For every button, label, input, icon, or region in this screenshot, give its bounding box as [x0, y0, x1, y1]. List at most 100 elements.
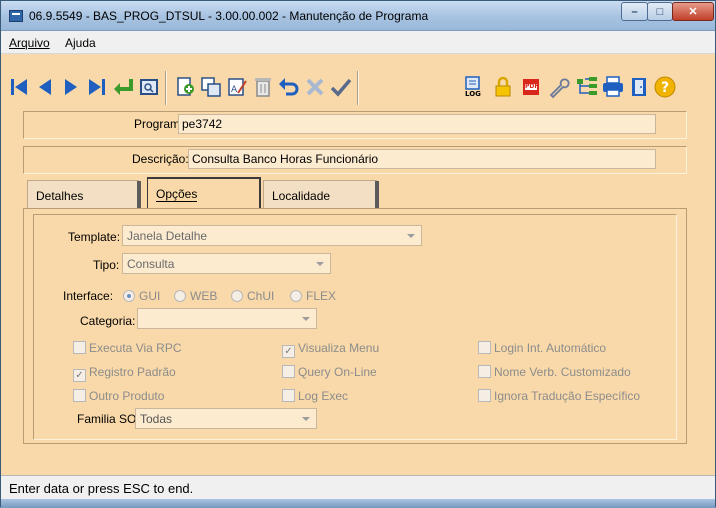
pdf-button[interactable]: PDF — [519, 74, 543, 100]
interface-radio-web[interactable]: WEB — [174, 289, 217, 303]
tab-localidade-label: Localidade — [272, 189, 331, 203]
tab-detalhes[interactable]: Detalhes — [27, 180, 141, 209]
save-icon — [330, 78, 352, 97]
radio-web-label: WEB — [190, 289, 218, 303]
prev-icon — [39, 79, 51, 95]
svg-text:A: A — [231, 85, 238, 95]
next-icon — [65, 79, 77, 95]
cancel-button[interactable] — [303, 74, 327, 100]
title-bar[interactable]: 06.9.5549 - BAS_PROG_DTSUL - 3.00.00.002… — [1, 1, 715, 31]
first-icon — [11, 79, 27, 95]
goto-button[interactable] — [111, 74, 135, 100]
outro-produto-label: Outro Produto — [89, 389, 165, 403]
radio-icon — [290, 290, 302, 302]
tree-button[interactable] — [575, 74, 599, 100]
template-combo[interactable]: Janela Detalhe — [122, 225, 422, 246]
tool-button[interactable] — [547, 74, 571, 100]
last-icon — [89, 79, 105, 95]
status-text: Enter data or press ESC to end. — [9, 481, 194, 496]
maximize-icon: □ — [656, 5, 664, 18]
ignora-traducao-label: Ignora Tradução Específico — [494, 389, 641, 403]
template-label: Template: — [68, 230, 121, 244]
app-icon — [9, 10, 23, 22]
log-exec-checkbox[interactable]: Log Exec — [282, 389, 348, 403]
menu-arquivo[interactable]: Arquivo — [9, 36, 50, 50]
familia-label: Familia SO: — [77, 412, 140, 426]
close-button[interactable]: ✕ — [672, 2, 714, 21]
descricao-field[interactable]: Consulta Banco Horas Funcionário — [188, 149, 656, 169]
log-button[interactable]: LOG — [461, 74, 485, 100]
add-button[interactable] — [173, 74, 197, 100]
first-button[interactable] — [7, 74, 31, 100]
registro-padrao-checkbox[interactable]: ✓ Registro Padrão — [73, 365, 176, 382]
menu-ajuda[interactable]: Ajuda — [65, 36, 96, 50]
copy-button[interactable] — [199, 74, 223, 100]
radio-icon — [174, 290, 186, 302]
radio-flex-label: FLEX — [306, 289, 337, 303]
descricao-panel: Descrição: Consulta Banco Horas Funcioná… — [23, 146, 687, 174]
radio-chui-label: ChUI — [247, 289, 275, 303]
programa-field[interactable]: pe3742 — [178, 114, 656, 134]
search-button[interactable] — [137, 74, 161, 100]
copy-icon — [201, 77, 221, 97]
tipo-combo[interactable]: Consulta — [122, 253, 331, 274]
tab-opcoes[interactable]: Opções — [147, 177, 261, 208]
categoria-label: Categoria: — [80, 314, 136, 328]
toolbar-separator — [357, 71, 359, 105]
prev-button[interactable] — [33, 74, 57, 100]
search-icon — [140, 79, 158, 95]
executa-rpc-checkbox[interactable]: Executa Via RPC — [73, 341, 182, 355]
svg-text:?: ? — [661, 80, 669, 96]
tab-detalhes-label: Detalhes — [36, 189, 84, 203]
save-button[interactable] — [329, 74, 353, 100]
help-icon: ? — [654, 76, 676, 98]
descricao-label: Descrição: — [132, 152, 189, 166]
ignora-traducao-checkbox[interactable]: Ignora Tradução Específico — [478, 389, 640, 403]
familia-value: Todas — [140, 412, 173, 426]
checkbox-icon — [282, 389, 295, 402]
main-window: 06.9.5549 - BAS_PROG_DTSUL - 3.00.00.002… — [0, 0, 716, 508]
print-button[interactable] — [601, 74, 625, 100]
tipo-value: Consulta — [127, 257, 175, 271]
programa-panel: Programa: pe3742 — [23, 111, 687, 139]
minimize-button[interactable]: – — [621, 2, 648, 21]
interface-radio-gui[interactable]: GUI — [123, 289, 160, 303]
menu-arquivo-label: Arquivo — [9, 36, 50, 50]
next-button[interactable] — [59, 74, 83, 100]
help-button[interactable]: ? — [653, 74, 677, 100]
checkbox-icon — [478, 365, 491, 378]
edit-icon: A — [228, 78, 247, 96]
checkbox-icon — [73, 389, 86, 402]
minimize-icon: – — [631, 5, 638, 18]
visualiza-menu-checkbox[interactable]: ✓ Visualiza Menu — [282, 341, 379, 358]
visualiza-menu-label: Visualiza Menu — [298, 341, 380, 355]
maximize-button[interactable]: □ — [647, 2, 673, 21]
radio-icon — [231, 290, 243, 302]
nome-verb-checkbox[interactable]: Nome Verb. Customizado — [478, 365, 631, 379]
delete-button[interactable] — [251, 74, 275, 100]
undo-button[interactable] — [277, 74, 301, 100]
radio-selected-icon — [123, 290, 135, 302]
outro-produto-checkbox[interactable]: Outro Produto — [73, 389, 164, 403]
interface-radio-chui[interactable]: ChUI — [231, 289, 274, 303]
edit-button[interactable]: A — [225, 74, 249, 100]
interface-radio-flex[interactable]: FLEX — [290, 289, 336, 303]
log-exec-label: Log Exec — [298, 389, 349, 403]
query-online-checkbox[interactable]: Query On-Line — [282, 365, 377, 379]
last-button[interactable] — [85, 74, 109, 100]
checkbox-icon — [478, 389, 491, 402]
categoria-combo[interactable] — [137, 308, 317, 329]
toolbar: A LOG PDF ? — [7, 71, 713, 111]
cancel-icon — [306, 78, 324, 96]
toolbar-separator — [165, 71, 167, 105]
lock-button[interactable] — [491, 74, 515, 100]
menu-bar: Arquivo Ajuda — [1, 31, 715, 54]
chevron-down-icon — [407, 234, 415, 238]
pdf-label: PDF — [525, 83, 539, 90]
familia-combo[interactable]: Todas — [135, 408, 317, 429]
login-int-checkbox[interactable]: Login Int. Automático — [478, 341, 606, 355]
exit-button[interactable] — [627, 74, 651, 100]
tab-localidade[interactable]: Localidade — [263, 180, 379, 209]
checkbox-icon — [282, 365, 295, 378]
checkmark-icon: ✓ — [73, 369, 86, 382]
